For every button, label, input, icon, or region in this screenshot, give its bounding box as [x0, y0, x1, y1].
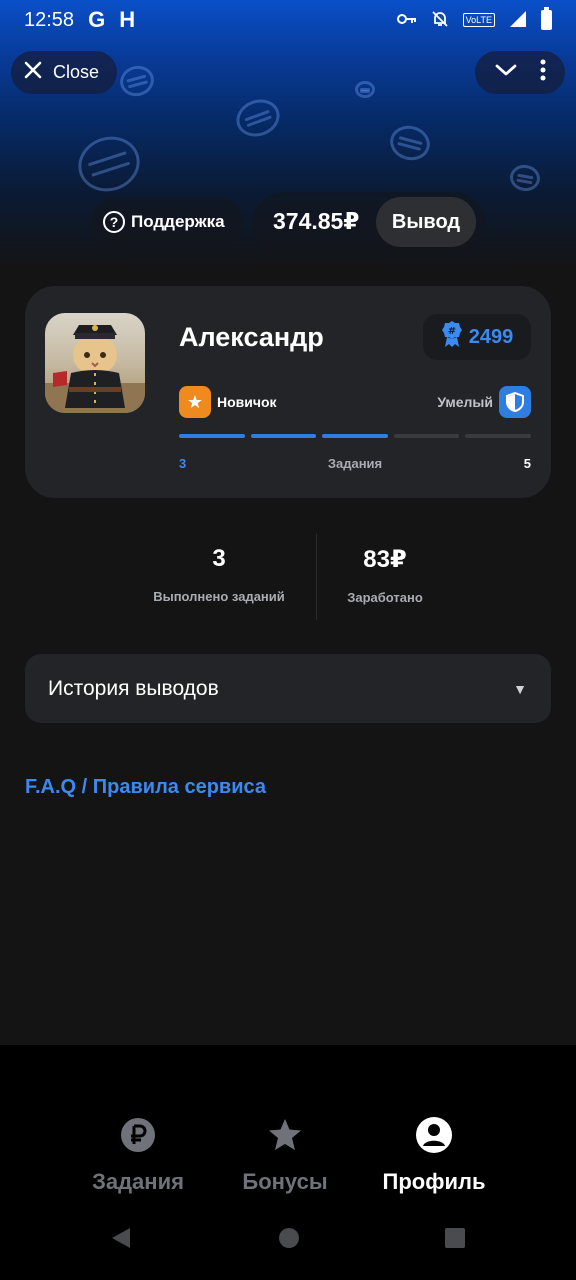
svg-text:#: # — [448, 326, 456, 337]
earned-label: Заработано — [347, 590, 423, 605]
mute-bell-icon — [431, 10, 449, 31]
status-time: 12:58 — [24, 8, 75, 31]
help-icon: ? — [103, 211, 125, 233]
caret-down-icon: ▼ — [513, 680, 527, 697]
status-bar: 12:58 G H VoLTE — [0, 0, 576, 40]
system-nav-bar — [0, 1226, 576, 1266]
more-vert-icon[interactable] — [540, 59, 546, 86]
nav-label-tasks: Задания — [92, 1169, 184, 1194]
menu-group — [475, 51, 565, 94]
progress-start: 3 — [179, 456, 187, 471]
history-label: История выводов — [48, 676, 219, 700]
profile-card: Александр # 2499 ★ Новичок Умелый Задани… — [25, 286, 551, 498]
earned-value: 83₽ — [363, 546, 407, 573]
profile-icon — [359, 1115, 509, 1155]
coin-decoration-icon — [231, 93, 285, 143]
progress-segment — [250, 434, 317, 438]
signal-icon — [509, 10, 527, 31]
withdrawal-history-dropdown[interactable]: История выводов ▼ — [25, 654, 551, 723]
coin-decoration-icon — [386, 121, 434, 165]
h-app-icon: H — [119, 7, 136, 32]
next-level-label: Умелый — [437, 394, 493, 410]
badge-number: 2499 — [468, 325, 514, 348]
current-level: ★ Новичок — [179, 386, 277, 418]
nav-item-tasks[interactable]: Задания — [63, 1115, 213, 1195]
progress-segment — [179, 434, 245, 438]
volte-icon: VoLTE — [462, 13, 495, 27]
top-bar: Close — [11, 51, 565, 94]
home-icon[interactable] — [278, 1226, 300, 1255]
stat-earned: 83₽ Заработано — [285, 545, 485, 605]
close-button[interactable]: Close — [11, 51, 117, 94]
close-icon — [23, 60, 43, 85]
progress-segment — [322, 434, 388, 438]
recents-icon[interactable] — [444, 1226, 466, 1255]
star-level-icon: ★ — [179, 386, 211, 418]
ruble-icon — [63, 1115, 213, 1155]
award-icon: # — [441, 320, 463, 354]
back-icon[interactable] — [110, 1226, 132, 1255]
shield-icon — [499, 386, 531, 418]
nav-item-profile[interactable]: Профиль — [359, 1115, 509, 1195]
balance-amount: 374.85₽ — [273, 208, 360, 234]
balance-pill: 374.85₽ Вывод — [253, 192, 485, 252]
current-level-label: Новичок — [217, 394, 277, 410]
avatar[interactable] — [45, 313, 145, 413]
faq-link[interactable]: F.A.Q / Правила сервиса — [25, 776, 266, 799]
next-level: Умелый — [437, 386, 531, 418]
coin-decoration-icon — [71, 128, 147, 200]
nav-item-bonuses[interactable]: Бонусы — [210, 1115, 360, 1195]
username: Александр — [179, 322, 324, 352]
support-button[interactable]: ? Поддержка — [91, 197, 243, 247]
rank-badge[interactable]: # 2499 — [423, 314, 531, 360]
support-label: Поддержка — [131, 212, 225, 231]
nav-label-bonuses: Бонусы — [242, 1169, 328, 1194]
google-icon: G — [88, 7, 106, 32]
progress-end: 5 — [523, 456, 531, 471]
progress-label: Задания — [327, 456, 383, 471]
progress-labels: Задания 3 5 — [179, 456, 531, 474]
coin-decoration-icon — [507, 162, 543, 194]
withdraw-button[interactable]: Вывод — [376, 197, 476, 247]
level-progress-bar — [179, 434, 531, 438]
star-icon — [210, 1115, 360, 1155]
key-icon — [396, 12, 417, 28]
progress-segment — [393, 434, 460, 438]
nav-label-profile: Профиль — [382, 1169, 486, 1194]
battery-icon — [541, 7, 552, 30]
progress-segment — [465, 434, 531, 438]
chevron-down-icon[interactable] — [495, 63, 517, 82]
stats-section: 3 Выполнено заданий 83₽ Заработано — [0, 530, 576, 625]
close-label: Close — [53, 62, 100, 82]
